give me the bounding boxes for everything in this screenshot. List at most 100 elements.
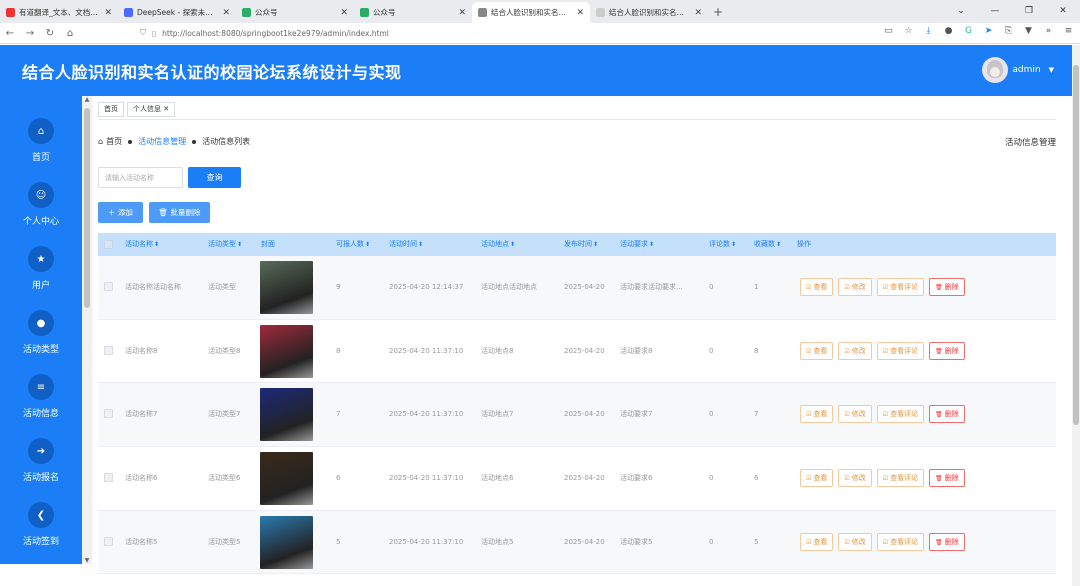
batch-delete-button[interactable]: 🗑 批量删除 bbox=[149, 202, 210, 223]
row-checkbox[interactable] bbox=[104, 473, 113, 483]
scroll-up-icon[interactable]: ▲ bbox=[82, 96, 92, 103]
row-checkbox[interactable] bbox=[104, 282, 113, 291]
view-comments-button[interactable]: ☑ 查看评论 bbox=[876, 278, 925, 296]
save-icon[interactable]: ⎘ bbox=[1003, 26, 1014, 36]
edit-button[interactable]: ☑ 修改 bbox=[838, 532, 872, 551]
cover-image[interactable] bbox=[260, 388, 313, 442]
sidebar-item[interactable]: ★ 用户 bbox=[0, 246, 82, 291]
edit-button[interactable]: ☑ 修改 bbox=[838, 341, 872, 360]
edit-button[interactable]: ☑ 修改 bbox=[838, 278, 872, 296]
sort-icon[interactable]: ⬍ bbox=[593, 241, 598, 248]
column-header[interactable]: 活动地点⬍ bbox=[481, 233, 515, 256]
reader-icon[interactable]: ▭ bbox=[883, 26, 894, 36]
filter-icon[interactable]: ▼ bbox=[1023, 26, 1034, 36]
cover-image[interactable] bbox=[260, 261, 313, 314]
row-checkbox[interactable] bbox=[104, 345, 113, 355]
cover-image[interactable] bbox=[260, 515, 313, 569]
close-tab-icon[interactable]: ✕ bbox=[458, 8, 466, 18]
sort-icon[interactable]: ⬍ bbox=[237, 241, 242, 248]
delete-button[interactable]: 🗑 删除 bbox=[929, 532, 965, 551]
add-button[interactable]: ＋ 添加 bbox=[98, 202, 143, 223]
back-icon[interactable]: ← bbox=[0, 28, 20, 39]
sort-icon[interactable]: ⬍ bbox=[510, 241, 515, 248]
view-comments-button[interactable]: ☑ 查看评论 bbox=[876, 469, 925, 488]
new-tab-button[interactable]: + bbox=[708, 2, 728, 23]
scrollbar-thumb[interactable] bbox=[84, 108, 90, 308]
column-header[interactable]: 活动类型⬍ bbox=[208, 233, 242, 256]
cover-image[interactable] bbox=[260, 452, 313, 506]
grammarly-icon[interactable]: G bbox=[963, 26, 974, 36]
reload-icon[interactable]: ↻ bbox=[40, 28, 60, 39]
more-tools-icon[interactable]: » bbox=[1043, 26, 1054, 36]
browser-tab[interactable]: 公众号 ✕ bbox=[236, 2, 354, 23]
page-tab-profile[interactable]: 个人信息 ✕ bbox=[127, 102, 176, 117]
delete-button[interactable]: 🗑 删除 bbox=[929, 405, 965, 424]
column-header[interactable]: 活动时间⬍ bbox=[389, 233, 423, 256]
close-tab-icon[interactable]: ✕ bbox=[104, 8, 112, 18]
sidebar-item[interactable]: ● 活动类型 bbox=[0, 310, 82, 355]
close-tab-icon[interactable]: ✕ bbox=[694, 8, 702, 18]
browser-tab[interactable]: 结合人脸识别和实名认证的校园论坛 ✕ bbox=[590, 2, 708, 23]
breadcrumb-section[interactable]: 活动信息管理 bbox=[138, 136, 186, 147]
browser-tab[interactable]: DeepSeek - 探索未至之境 ✕ bbox=[118, 2, 236, 23]
edit-button[interactable]: ☑ 修改 bbox=[838, 405, 872, 424]
view-comments-button[interactable]: ☑ 查看评论 bbox=[876, 341, 925, 360]
view-comments-button[interactable]: ☑ 查看评论 bbox=[876, 405, 925, 424]
scroll-down-icon[interactable]: ▼ bbox=[82, 557, 92, 564]
minimize-icon[interactable]: — bbox=[978, 0, 1012, 22]
column-header[interactable]: 发布时间⬍ bbox=[564, 233, 598, 256]
sort-icon[interactable]: ⬍ bbox=[365, 241, 370, 248]
delete-button[interactable]: 🗑 删除 bbox=[929, 469, 965, 488]
column-header[interactable]: 评论数⬍ bbox=[709, 233, 736, 256]
sidebar-item[interactable]: ☺ 个人中心 bbox=[0, 182, 82, 227]
view-button[interactable]: ☑ 查看 bbox=[800, 341, 834, 360]
view-comments-button[interactable]: ☑ 查看评论 bbox=[876, 532, 925, 551]
bookmark-star-icon[interactable]: ☆ bbox=[903, 26, 914, 36]
query-button[interactable]: 查询 bbox=[188, 167, 241, 188]
page-tab-home[interactable]: 首页 bbox=[98, 102, 124, 117]
sort-icon[interactable]: ⬍ bbox=[776, 241, 781, 248]
home-icon[interactable]: ⌂ bbox=[60, 28, 80, 39]
row-checkbox[interactable] bbox=[104, 536, 113, 546]
close-tab-icon[interactable]: ✕ bbox=[161, 105, 169, 113]
view-button[interactable]: ☑ 查看 bbox=[800, 469, 834, 488]
sort-icon[interactable]: ⬍ bbox=[649, 241, 654, 248]
column-header[interactable]: 收藏数⬍ bbox=[754, 233, 781, 256]
cover-image[interactable] bbox=[260, 324, 313, 378]
browser-tab[interactable]: 有道翻译_文本、文档、网页、在 ✕ bbox=[0, 2, 118, 23]
search-input[interactable] bbox=[98, 167, 183, 188]
sidebar-item[interactable]: ➔ 活动报名 bbox=[0, 438, 82, 483]
view-button[interactable]: ☑ 查看 bbox=[800, 405, 834, 424]
page-scrollbar[interactable] bbox=[1072, 45, 1080, 586]
close-tab-icon[interactable]: ✕ bbox=[576, 8, 584, 18]
close-window-icon[interactable]: ✕ bbox=[1046, 0, 1080, 22]
delete-button[interactable]: 🗑 删除 bbox=[929, 341, 965, 360]
select-all-checkbox[interactable] bbox=[104, 240, 113, 249]
tab-list-icon[interactable]: ⌄ bbox=[944, 0, 978, 22]
row-checkbox[interactable] bbox=[104, 409, 113, 419]
sidebar-item[interactable]: ❮ 活动签到 bbox=[0, 502, 82, 547]
browser-tab[interactable]: 公众号 ✕ bbox=[354, 2, 472, 23]
view-button[interactable]: ☑ 查看 bbox=[800, 532, 834, 551]
close-tab-icon[interactable]: ✕ bbox=[340, 8, 348, 18]
edit-button[interactable]: ☑ 修改 bbox=[838, 469, 872, 488]
view-button[interactable]: ☑ 查看 bbox=[800, 278, 834, 296]
restore-icon[interactable]: ❐ bbox=[1012, 0, 1046, 22]
url-field[interactable]: ⛉ ▯ http://localhost:8080/springboot1ke2… bbox=[140, 26, 860, 41]
cursor-icon[interactable]: ➤ bbox=[983, 26, 994, 36]
breadcrumb-home[interactable]: 首页 bbox=[106, 136, 122, 147]
sort-icon[interactable]: ⬍ bbox=[418, 241, 423, 248]
sidebar-scrollbar[interactable]: ▲ ▼ bbox=[82, 96, 92, 564]
close-tab-icon[interactable]: ✕ bbox=[222, 8, 230, 18]
browser-tab[interactable]: 结合人脸识别和实名认证的校园 ✕ bbox=[472, 2, 590, 23]
sort-icon[interactable]: ⬍ bbox=[154, 241, 159, 248]
user-menu[interactable]: admin ▼ bbox=[982, 57, 1054, 83]
sidebar-item[interactable]: ≡ 活动信息 bbox=[0, 374, 82, 419]
menu-icon[interactable]: ≡ bbox=[1063, 26, 1074, 36]
sort-icon[interactable]: ⬍ bbox=[731, 241, 736, 248]
delete-button[interactable]: 🗑 删除 bbox=[929, 278, 965, 296]
forward-icon[interactable]: → bbox=[20, 28, 40, 39]
column-header[interactable]: 可报人数⬍ bbox=[336, 233, 370, 256]
column-header[interactable]: 活动名称⬍ bbox=[125, 233, 159, 256]
extension-icon[interactable]: ● bbox=[943, 26, 954, 36]
